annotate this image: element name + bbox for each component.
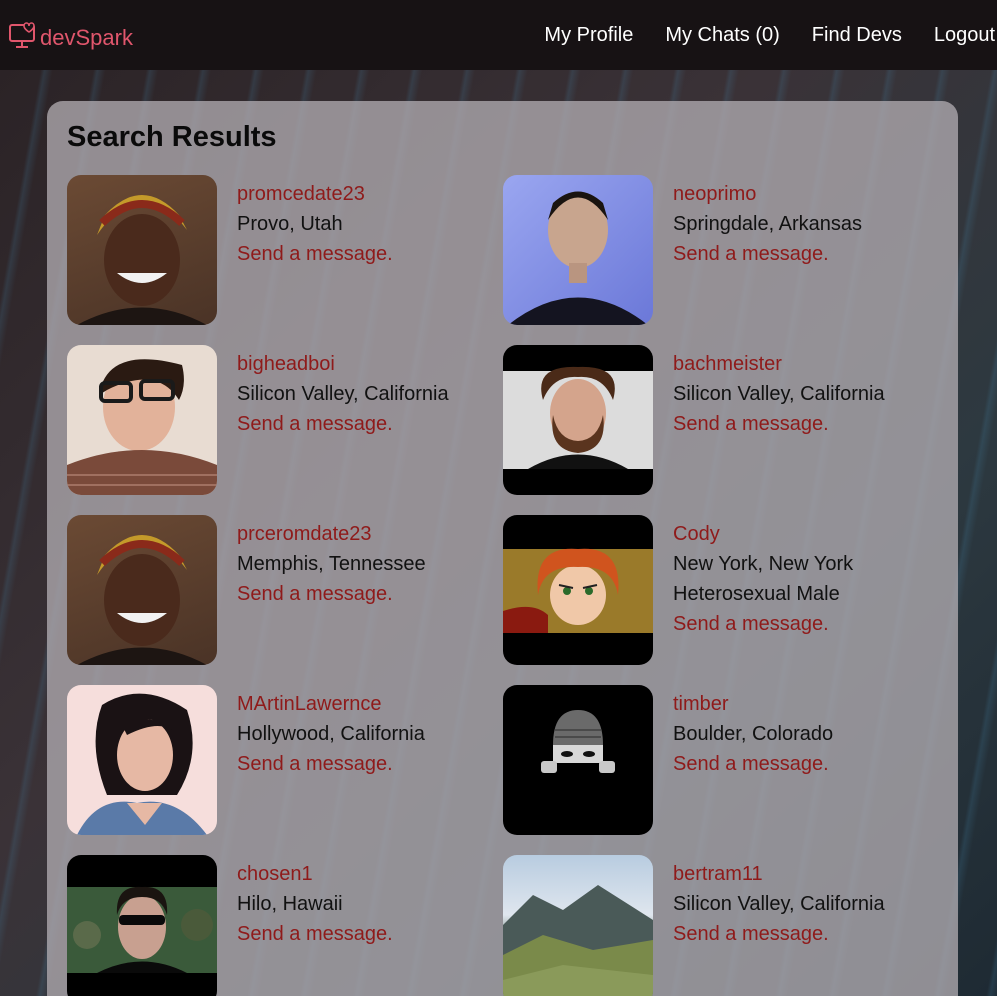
nav-my-chats[interactable]: My Chats (0) <box>665 24 779 47</box>
navbar: devSpark My Profile My Chats (0) Find De… <box>0 0 997 70</box>
username-link[interactable]: prceromdate23 <box>237 519 426 549</box>
nav-logout[interactable]: Logout <box>934 24 995 47</box>
result-info: bachmeister Silicon Valley, California S… <box>673 349 885 439</box>
brand-logo[interactable]: devSpark <box>8 19 133 51</box>
location-text: Boulder, Colorado <box>673 723 834 745</box>
profile-photo[interactable] <box>503 345 653 495</box>
location-text: Memphis, Tennessee <box>237 553 426 575</box>
location-text: Silicon Valley, California <box>237 383 449 405</box>
result-card: neoprimo Springdale, Arkansas Send a mes… <box>503 175 933 325</box>
username-link[interactable]: bertram11 <box>673 859 885 889</box>
profile-photo[interactable] <box>67 175 217 325</box>
result-info: neoprimo Springdale, Arkansas Send a mes… <box>673 179 862 269</box>
profile-photo[interactable] <box>67 345 217 495</box>
location-text: New York, New York <box>673 553 854 575</box>
result-info: Cody New York, New York Heterosexual Mal… <box>673 519 853 639</box>
location-text: Silicon Valley, California <box>673 893 885 915</box>
username-link[interactable]: neoprimo <box>673 179 862 209</box>
search-results-panel: Search Results promcedate23 Provo, Utah … <box>47 101 958 996</box>
result-card: bertram11 Silicon Valley, California Sen… <box>503 855 933 996</box>
result-card: timber Boulder, Colorado Send a message. <box>503 685 933 835</box>
send-message-link[interactable]: Send a message. <box>673 749 833 779</box>
username-link[interactable]: chosen1 <box>237 859 393 889</box>
result-card: prceromdate23 Memphis, Tennessee Send a … <box>67 515 497 665</box>
location-text: Provo, Utah <box>237 213 343 235</box>
location-text: Hilo, Hawaii <box>237 893 343 915</box>
profile-photo[interactable] <box>67 685 217 835</box>
location-text: Silicon Valley, California <box>673 383 885 405</box>
location-text: Springdale, Arkansas <box>673 213 863 235</box>
username-link[interactable]: timber <box>673 689 833 719</box>
send-message-link[interactable]: Send a message. <box>237 919 393 949</box>
profile-photo[interactable] <box>67 855 217 996</box>
send-message-link[interactable]: Send a message. <box>673 409 885 439</box>
result-info: bigheadboi Silicon Valley, California Se… <box>237 349 449 439</box>
send-message-link[interactable]: Send a message. <box>237 579 426 609</box>
send-message-link[interactable]: Send a message. <box>673 609 853 639</box>
result-info: bertram11 Silicon Valley, California Sen… <box>673 859 885 949</box>
send-message-link[interactable]: Send a message. <box>237 749 425 779</box>
location-text: Hollywood, California <box>237 723 425 745</box>
result-card: bigheadboi Silicon Valley, California Se… <box>67 345 497 495</box>
result-info: promcedate23 Provo, Utah Send a message. <box>237 179 393 269</box>
send-message-link[interactable]: Send a message. <box>673 919 885 949</box>
send-message-link[interactable]: Send a message. <box>237 409 449 439</box>
profile-photo[interactable] <box>503 515 653 665</box>
result-card: promcedate23 Provo, Utah Send a message. <box>67 175 497 325</box>
username-link[interactable]: bachmeister <box>673 349 885 379</box>
brand-name: devSpark <box>40 25 133 50</box>
profile-photo[interactable] <box>503 685 653 835</box>
nav-my-profile[interactable]: My Profile <box>544 24 633 47</box>
send-message-link[interactable]: Send a message. <box>237 239 393 269</box>
result-info: chosen1 Hilo, Hawaii Send a message. <box>237 859 393 949</box>
username-link[interactable]: promcedate23 <box>237 179 393 209</box>
result-card: bachmeister Silicon Valley, California S… <box>503 345 933 495</box>
result-info: timber Boulder, Colorado Send a message. <box>673 689 833 779</box>
send-message-link[interactable]: Send a message. <box>673 239 862 269</box>
result-info: MArtinLawernce Hollywood, California Sen… <box>237 689 425 779</box>
result-card: chosen1 Hilo, Hawaii Send a message. <box>67 855 497 996</box>
page-title: Search Results <box>67 121 277 153</box>
profile-photo[interactable] <box>503 855 653 996</box>
nav-find-devs[interactable]: Find Devs <box>812 24 902 47</box>
result-card: MArtinLawernce Hollywood, California Sen… <box>67 685 497 835</box>
profile-photo[interactable] <box>503 175 653 325</box>
profile-photo[interactable] <box>67 515 217 665</box>
nav-links: My Profile My Chats (0) Find Devs Logout <box>512 0 997 70</box>
username-link[interactable]: bigheadboi <box>237 349 449 379</box>
username-link[interactable]: MArtinLawernce <box>237 689 425 719</box>
result-card: Cody New York, New York Heterosexual Mal… <box>503 515 933 665</box>
result-info: prceromdate23 Memphis, Tennessee Send a … <box>237 519 426 609</box>
monitor-heart-icon <box>8 20 38 50</box>
orientation-text: Heterosexual Male <box>673 583 840 605</box>
username-link[interactable]: Cody <box>673 519 853 549</box>
